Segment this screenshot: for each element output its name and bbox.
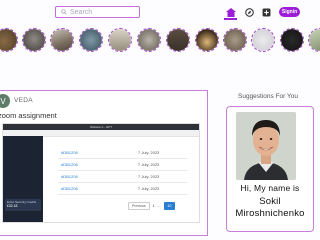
story-avatar[interactable] xyxy=(79,28,103,52)
signin-button[interactable]: Signin xyxy=(279,7,300,17)
row-date: 7 July, 2023 xyxy=(138,162,160,167)
row-date: 7 July, 2023 xyxy=(138,186,160,191)
search-icon xyxy=(61,9,67,15)
home-icon[interactable] xyxy=(226,7,236,17)
suggestions-title: Suggestions For You xyxy=(238,93,298,100)
post-image[interactable]: Website A - GPT Enter Security Credits £… xyxy=(2,123,200,223)
post-title: zoom assignment xyxy=(0,111,57,120)
search-placeholder: Search xyxy=(70,8,93,16)
story-avatar[interactable] xyxy=(223,28,247,52)
row-id: #DB1208 xyxy=(61,150,78,155)
story-avatar[interactable] xyxy=(22,28,46,52)
post-author[interactable]: VEDA xyxy=(14,97,33,104)
story-avatar[interactable] xyxy=(108,28,132,52)
current-page: 10 xyxy=(163,202,176,210)
pagination: Previous 1 ... 10 xyxy=(128,202,176,210)
story-avatar[interactable] xyxy=(251,28,275,52)
row-id: #DB1208 xyxy=(61,162,78,167)
row-id: #DB1208 xyxy=(61,186,78,191)
suggestion-greeting: Hi, My name is xyxy=(240,183,300,193)
row-date: 7 July, 2023 xyxy=(138,150,160,155)
story-avatar[interactable] xyxy=(280,28,304,52)
explore-icon[interactable] xyxy=(244,7,254,17)
story-avatar[interactable] xyxy=(50,28,74,52)
previous-button: Previous xyxy=(128,202,150,210)
story-avatar[interactable] xyxy=(166,28,190,52)
row-date: 7 July, 2023 xyxy=(138,174,160,179)
page-number: 1 xyxy=(152,204,155,208)
page-ellipsis: ... xyxy=(157,204,161,208)
table-row: #DB1208 7 July, 2023 xyxy=(58,182,188,195)
story-avatar[interactable] xyxy=(195,28,219,52)
story-avatar[interactable] xyxy=(137,28,161,52)
story-avatar[interactable] xyxy=(0,28,18,52)
suggestion-last-name: Miroshnichenko xyxy=(235,208,305,219)
suggestion-first-name: Sokil xyxy=(259,196,281,207)
suggestion-photo[interactable] xyxy=(236,112,296,180)
story-avatar[interactable] xyxy=(308,28,320,52)
home-active-underline xyxy=(224,18,237,20)
row-id: #DB1208 xyxy=(61,174,78,179)
search-input[interactable]: Search xyxy=(55,6,140,18)
credits-value: £32.18 xyxy=(7,204,18,208)
credits-card: Enter Security Credits £32.18 xyxy=(5,199,41,211)
stories-row xyxy=(0,28,320,58)
create-post-icon[interactable] xyxy=(261,7,271,17)
